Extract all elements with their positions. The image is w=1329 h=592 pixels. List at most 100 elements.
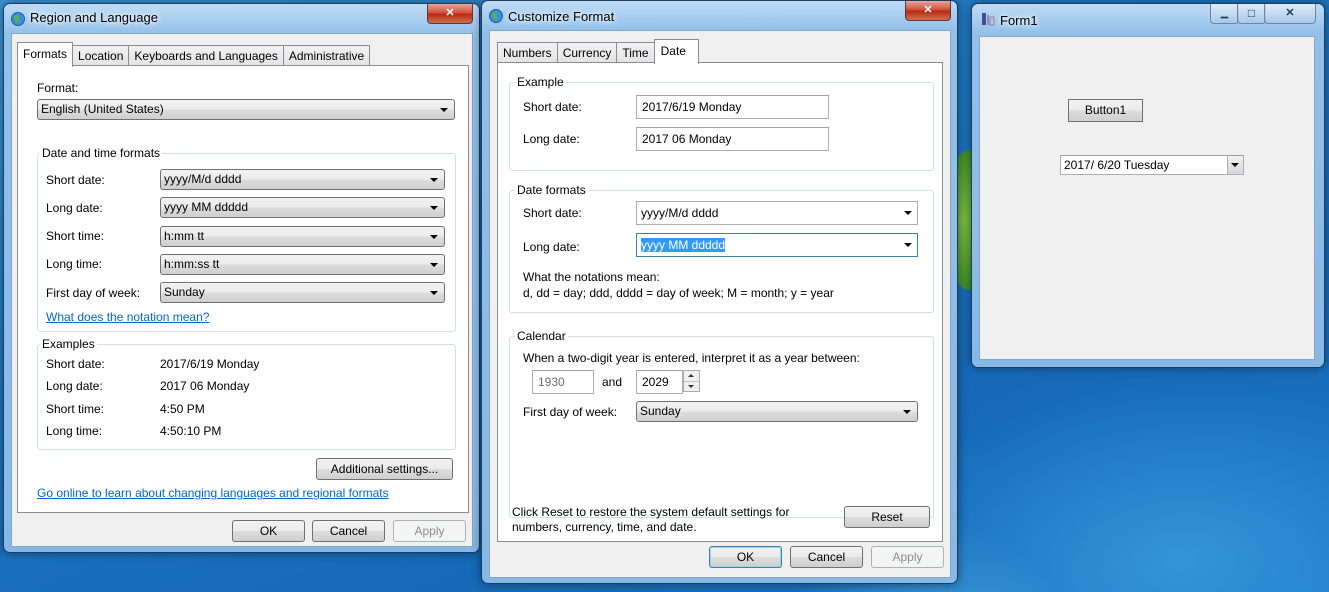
example-group: Example Short date: 2017/6/19 Monday Lon… — [509, 75, 934, 171]
online-formats-link[interactable]: Go online to learn about changing langua… — [37, 486, 389, 500]
first-day-label: First day of week: — [46, 286, 141, 300]
short-date-select[interactable]: yyyy/M/d dddd — [160, 169, 445, 190]
tab-administrative[interactable]: Administrative — [282, 45, 371, 66]
globe-icon — [11, 12, 25, 26]
format-select-value: English (United States) — [41, 102, 164, 116]
format-short-date-input[interactable]: yyyy/M/d dddd — [636, 201, 918, 225]
date-formats-title: Date formats — [515, 183, 588, 197]
date-picker-dropdown-button[interactable] — [1227, 156, 1243, 174]
long-date-select[interactable]: yyyy MM ddddd — [160, 197, 445, 218]
form1-close-button[interactable]: ✕ — [1264, 4, 1316, 24]
example-long-date-text: 2017 06 Monday — [642, 132, 732, 146]
short-date-label: Short date: — [46, 173, 105, 187]
example-short-date-value: 2017/6/19 Monday — [160, 357, 260, 371]
customize-title: Customize Format — [508, 9, 615, 24]
example-short-date-box: 2017/6/19 Monday — [636, 95, 829, 119]
example-long-date-box: 2017 06 Monday — [636, 127, 829, 151]
chevron-down-icon — [904, 211, 912, 215]
example-short-time-label: Short time: — [46, 402, 105, 416]
customize-apply-button[interactable]: Apply — [871, 546, 944, 568]
chevron-down-icon — [430, 206, 438, 210]
customize-ok-button[interactable]: OK — [709, 546, 782, 568]
and-label: and — [602, 375, 623, 389]
additional-settings-button[interactable]: Additional settings... — [316, 458, 453, 480]
customize-client: Numbers Currency Time Date Example Short… — [489, 30, 951, 578]
chevron-down-icon — [1231, 163, 1239, 167]
format-select[interactable]: English (United States) — [37, 99, 455, 120]
first-day-select[interactable]: Sunday — [160, 282, 445, 303]
tab-location[interactable]: Location — [72, 45, 130, 66]
spin-down-icon[interactable] — [684, 382, 699, 392]
long-time-value: h:mm:ss tt — [164, 257, 220, 271]
chevron-down-icon — [440, 108, 448, 112]
date-time-formats-title: Date and time formats — [40, 146, 163, 160]
example-long-time-value: 4:50:10 PM — [160, 424, 222, 438]
notation-title: What the notations mean: — [523, 270, 660, 284]
region-cancel-button[interactable]: Cancel — [312, 520, 385, 542]
customize-cancel-button[interactable]: Cancel — [790, 546, 863, 568]
form-app-icon — [982, 13, 995, 26]
short-time-value: h:mm tt — [164, 229, 205, 243]
examples-title: Examples — [40, 337, 97, 351]
year-from-box: 1930 — [532, 370, 594, 394]
chevron-down-icon — [430, 263, 438, 267]
example-short-date-text: 2017/6/19 Monday — [642, 100, 742, 114]
example-long-date-label: Long date: — [523, 132, 580, 146]
calendar-first-day-select[interactable]: Sunday — [636, 401, 918, 422]
long-time-select[interactable]: h:mm:ss tt — [160, 254, 445, 275]
chevron-down-icon — [430, 291, 438, 295]
form1-titlebar[interactable]: Form1 ▁ □ ✕ — [972, 4, 1324, 34]
format-short-date-label: Short date: — [523, 206, 582, 220]
tab-numbers[interactable]: Numbers — [497, 42, 558, 63]
tab-currency[interactable]: Currency — [556, 42, 618, 63]
region-close-button[interactable]: ✕ — [427, 4, 473, 24]
date-time-formats-group: Date and time formats Short date: yyyy/M… — [37, 146, 456, 332]
reset-info-line1: Click Reset to restore the system defaul… — [512, 505, 790, 519]
tab-formats[interactable]: Formats — [17, 42, 74, 67]
example-short-time-value: 4:50 PM — [160, 402, 205, 416]
example-long-date-label: Long date: — [46, 379, 103, 393]
reset-button[interactable]: Reset — [844, 506, 930, 528]
short-time-select[interactable]: h:mm tt — [160, 226, 445, 247]
example-long-time-label: Long time: — [46, 424, 103, 438]
example-title: Example — [515, 75, 566, 89]
region-ok-button[interactable]: OK — [232, 520, 305, 542]
date-time-picker-value: 2017/ 6/20 Tuesday — [1064, 158, 1170, 172]
year-to-input[interactable]: 2029 — [636, 370, 683, 394]
calendar-first-day-label: First day of week: — [523, 405, 618, 419]
form1-window: Form1 ▁ □ ✕ Button1 2017/ 6/20 Tuesday — [971, 3, 1325, 368]
region-language-window: Region and Language ✕ Formats Location K… — [3, 3, 480, 553]
form1-minimize-button[interactable]: ▁ — [1210, 4, 1239, 24]
region-titlebar[interactable]: Region and Language ✕ — [4, 4, 479, 34]
form1-maximize-button[interactable]: □ — [1237, 4, 1266, 24]
date-panel: Example Short date: 2017/6/19 Monday Lon… — [497, 62, 943, 542]
form1-client: Button1 2017/ 6/20 Tuesday — [979, 36, 1315, 360]
region-apply-button[interactable]: Apply — [393, 520, 466, 542]
tab-date[interactable]: Date — [653, 39, 699, 64]
date-time-picker[interactable]: 2017/ 6/20 Tuesday — [1060, 155, 1244, 175]
chevron-down-icon — [904, 243, 912, 247]
tab-keyboards-languages[interactable]: Keyboards and Languages — [128, 45, 284, 66]
customize-tabs: Numbers Currency Time Date — [497, 39, 699, 64]
tab-time[interactable]: Time — [616, 42, 655, 63]
example-short-date-label: Short date: — [523, 100, 582, 114]
calendar-title: Calendar — [515, 329, 568, 343]
short-time-label: Short time: — [46, 229, 105, 243]
year-from-value: 1930 — [538, 375, 565, 389]
customize-titlebar[interactable]: Customize Format ✕ — [482, 1, 957, 31]
button1[interactable]: Button1 — [1068, 99, 1143, 122]
chevron-down-icon — [903, 410, 911, 414]
example-short-date-label: Short date: — [46, 357, 105, 371]
format-long-date-label: Long date: — [523, 240, 580, 254]
customize-format-window: Customize Format ✕ Numbers Currency Time… — [481, 0, 958, 584]
format-short-date-value: yyyy/M/d dddd — [641, 206, 719, 220]
year-spinner[interactable] — [683, 370, 700, 392]
notation-help-link[interactable]: What does the notation mean? — [46, 310, 209, 324]
examples-group: Examples Short date: 2017/6/19 Monday Lo… — [37, 337, 456, 450]
customize-close-button[interactable]: ✕ — [905, 1, 951, 21]
spin-up-icon[interactable] — [684, 371, 699, 382]
region-title: Region and Language — [30, 10, 158, 25]
first-day-value: Sunday — [164, 285, 205, 299]
format-long-date-value: yyyy MM ddddd — [641, 238, 726, 252]
format-long-date-input[interactable]: yyyy MM ddddd — [636, 233, 918, 257]
